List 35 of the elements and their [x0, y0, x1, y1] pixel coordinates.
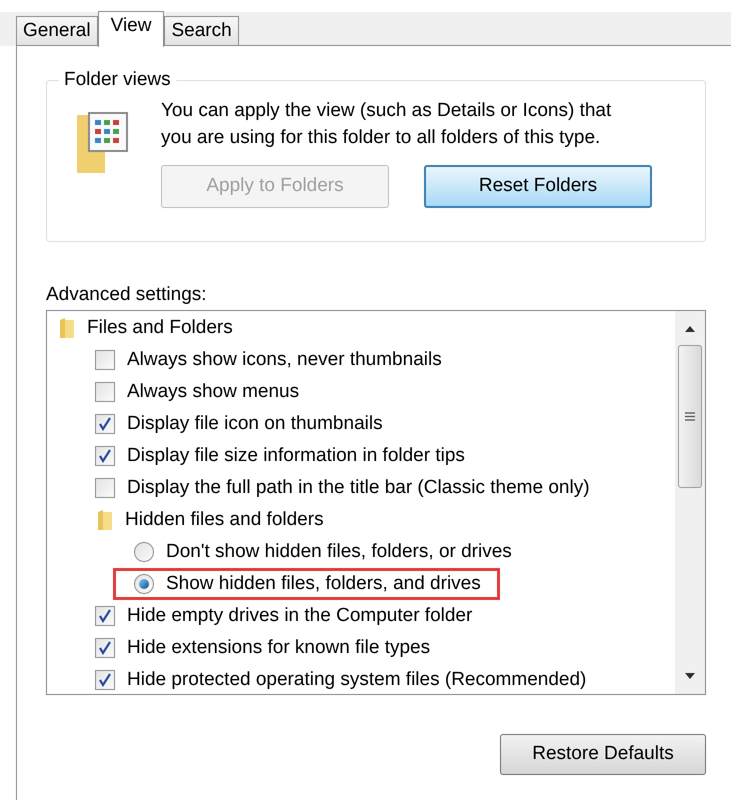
checkbox[interactable]: [95, 414, 115, 434]
scroll-down-icon[interactable]: [684, 672, 696, 680]
radio-button[interactable]: [134, 542, 154, 562]
folder-label: Files and Folders: [87, 316, 233, 340]
option-label: Always show icons, never thumbnails: [127, 348, 442, 372]
checkbox[interactable]: [95, 382, 115, 402]
scrollbar[interactable]: [675, 311, 705, 694]
option-label: Hide extensions for known file types: [127, 636, 430, 660]
section-label: Advanced settings:: [46, 283, 207, 307]
restore-defaults-button[interactable]: Restore Defaults: [500, 734, 706, 775]
folder-label: Hidden files and folders: [125, 508, 324, 532]
tab[interactable]: General: [16, 16, 98, 46]
option-label: Display file size information in folder tips: [127, 444, 465, 468]
description-text: You can apply the view (such as Details or Icons) that you are using for this folder to all folders of this type.: [161, 99, 612, 150]
scroll-up-icon[interactable]: [684, 325, 696, 333]
tab[interactable]: Search: [164, 16, 239, 46]
checkbox[interactable]: [95, 670, 115, 690]
option-label: Display the full path in the title bar (Classic theme only): [127, 476, 590, 500]
checkbox[interactable]: [95, 606, 115, 626]
option-label: Hide empty drives in the Computer folder: [127, 604, 472, 628]
checkbox[interactable]: [95, 638, 115, 658]
option-label: Display file icon on thumbnails: [127, 412, 383, 436]
option-label: Don't show hidden files, folders, or drives: [166, 540, 512, 564]
folder-icon: [59, 317, 75, 339]
checkbox[interactable]: [95, 446, 115, 466]
folder-icon: [97, 509, 113, 531]
option-label: Always show menus: [127, 380, 300, 404]
radio-button[interactable]: [134, 574, 154, 594]
scroll-thumb[interactable]: [678, 345, 702, 488]
option-label: Show hidden files, folders, and drives: [166, 572, 481, 596]
checkbox[interactable]: [95, 350, 115, 370]
tab[interactable]: View: [98, 11, 164, 47]
checkbox[interactable]: [95, 478, 115, 498]
folder-button[interactable]: Reset Folders: [424, 165, 652, 208]
option-label: Hide protected operating system files (Recommended): [127, 668, 586, 692]
